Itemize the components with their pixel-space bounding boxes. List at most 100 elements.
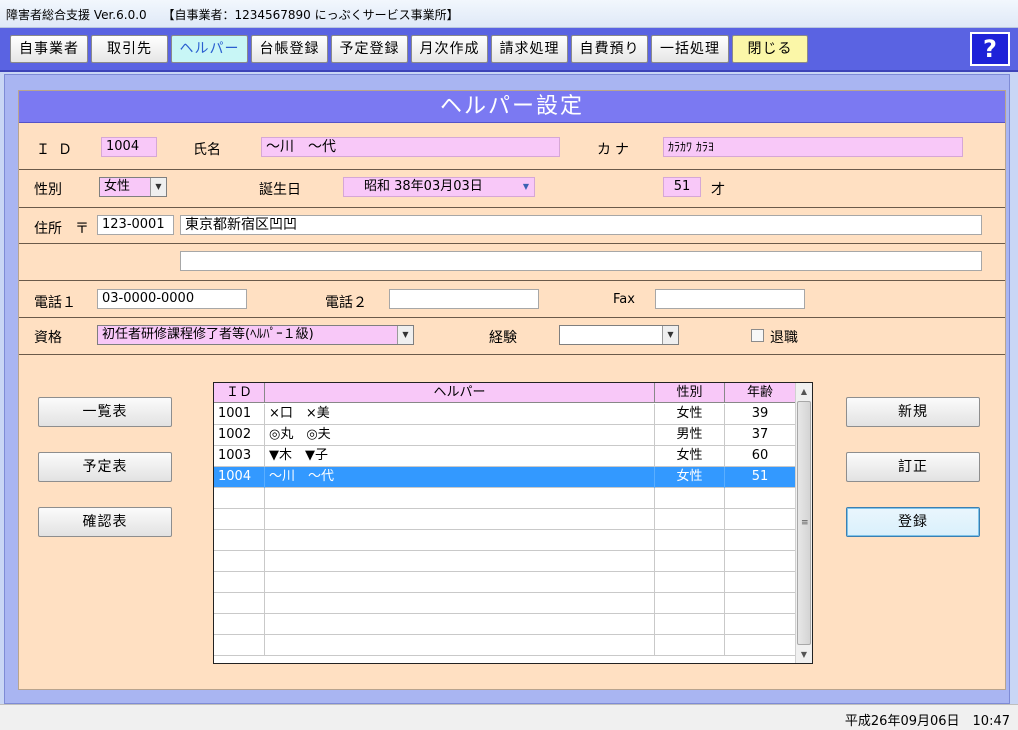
phone2-field[interactable] (389, 289, 539, 309)
row-name: ×口 ×美 (265, 404, 655, 425)
retired-label: 退職 (770, 330, 798, 346)
empty-row (214, 551, 796, 572)
schedule-report-button[interactable]: 予定表 (38, 452, 172, 482)
name-label: 氏名 (193, 142, 221, 158)
status-bar: 平成26年09月06日 10:47 (0, 704, 1018, 730)
divider (19, 354, 1005, 355)
grid-header: ＩＤ ヘルパー 性別 年齢 (214, 383, 796, 403)
new-button[interactable]: 新規 (846, 397, 980, 427)
postal-mark: 〒 (75, 221, 89, 237)
qualification-select[interactable]: 初任者研修課程修了者等(ﾍﾙﾊﾟｰ１級) ▼ (97, 325, 414, 345)
title-bar: 障害者総合支援 Ver.6.0.0 【自事業者：1234567890 にっぷくサ… (0, 0, 1018, 28)
helper-list-grid[interactable]: ＩＤ ヘルパー 性別 年齢 1001 ×口 ×美 女性 39 1002 ◎丸 ◎… (213, 382, 813, 664)
scroll-up-icon[interactable]: ▲ (796, 383, 812, 400)
kana-field[interactable]: ｶﾗｶﾜ ｶﾗﾖ (663, 137, 963, 157)
address-label: 住所 (34, 221, 62, 237)
toolbar-yotei-button[interactable]: 予定登録 (331, 35, 408, 63)
toolbar-helper-button[interactable]: ヘルパー (171, 35, 248, 63)
status-datetime: 平成26年09月06日 10:47 (844, 714, 1010, 729)
gender-label: 性別 (34, 182, 62, 198)
toolbar-ikkatsu-button[interactable]: 一括処理 (651, 35, 729, 63)
fax-label: Fax (613, 292, 635, 307)
row-age: 60 (751, 448, 769, 463)
divider (19, 207, 1005, 208)
toolbar-close-button[interactable]: 閉じる (732, 35, 808, 63)
empty-row (214, 572, 796, 593)
row-age: 39 (751, 406, 769, 421)
confirm-report-button[interactable]: 確認表 (38, 507, 172, 537)
phone2-label: 電話２ (325, 295, 367, 311)
grid-header-age[interactable]: 年齢 (725, 383, 795, 403)
register-button[interactable]: 登録 (846, 507, 980, 537)
name-field[interactable]: ～川 ～代 (261, 137, 560, 157)
empty-row (214, 509, 796, 530)
divider (19, 317, 1005, 318)
toolbar-jihi-button[interactable]: 自費預り (571, 35, 648, 63)
row-gender: 女性 (655, 446, 725, 467)
experience-label: 経験 (489, 330, 517, 346)
edit-button[interactable]: 訂正 (846, 452, 980, 482)
id-label: ＩＤ (36, 142, 80, 158)
phone1-field[interactable]: 03-0000-0000 (97, 289, 247, 309)
chevron-down-icon[interactable]: ▼ (662, 326, 678, 344)
toolbar-daicho-button[interactable]: 台帳登録 (251, 35, 328, 63)
row-id: 1004 (214, 467, 265, 488)
toolbar-torihikisaki-button[interactable]: 取引先 (91, 35, 168, 63)
divider (19, 243, 1005, 244)
table-row[interactable]: 1002 ◎丸 ◎夫 男性 37 (214, 425, 796, 446)
postal-code-field[interactable]: 123-0001 (97, 215, 174, 235)
main-toolbar: 自事業者 取引先 ヘルパー 台帳登録 予定登録 月次作成 請求処理 自費預り 一… (0, 28, 1018, 72)
fax-field[interactable] (655, 289, 805, 309)
row-id: 1003 (214, 446, 265, 467)
row-name: ～川 ～代 (265, 467, 655, 488)
empty-row (214, 614, 796, 635)
chevron-down-icon[interactable]: ▼ (397, 326, 413, 344)
empty-row (214, 530, 796, 551)
birthday-picker[interactable]: 昭和 38年03月03日 ▼ (343, 177, 535, 197)
page-title: ヘルパー設定 (19, 91, 1005, 123)
row-gender: 女性 (655, 467, 725, 488)
toolbar-getsuji-button[interactable]: 月次作成 (411, 35, 488, 63)
row-gender: 男性 (655, 425, 725, 446)
experience-select[interactable]: ▼ (559, 325, 679, 345)
scroll-thumb[interactable]: ≡ (797, 401, 811, 645)
row-age: 51 (751, 469, 769, 484)
phone1-label: 電話１ (34, 295, 76, 311)
empty-row (214, 488, 796, 509)
empty-row (214, 593, 796, 614)
help-icon[interactable]: ? (970, 32, 1010, 66)
grid-header-name[interactable]: ヘルパー (265, 383, 655, 403)
window-title: 障害者総合支援 Ver.6.0.0 【自事業者：1234567890 にっぷくサ… (6, 8, 459, 22)
qualification-select-value: 初任者研修課程修了者等(ﾍﾙﾊﾟｰ１級) (102, 327, 314, 342)
birthday-label: 誕生日 (259, 182, 301, 198)
kana-label: カナ (597, 142, 633, 158)
empty-row (214, 635, 796, 656)
divider (19, 169, 1005, 170)
age-unit: 才 (711, 182, 725, 198)
grid-header-id[interactable]: ＩＤ (214, 383, 265, 403)
table-row-selected[interactable]: 1004 ～川 ～代 女性 51 (214, 467, 796, 488)
scroll-down-icon[interactable]: ▼ (796, 646, 812, 663)
address1-field[interactable]: 東京都新宿区凹凹 (180, 215, 982, 235)
row-id: 1002 (214, 425, 265, 446)
gender-select[interactable]: 女性 ▼ (99, 177, 167, 197)
table-row[interactable]: 1001 ×口 ×美 女性 39 (214, 404, 796, 425)
divider (19, 280, 1005, 281)
birthday-value: 昭和 38年03月03日 (364, 179, 483, 194)
toolbar-seikyu-button[interactable]: 請求処理 (491, 35, 568, 63)
id-field[interactable]: 1004 (101, 137, 157, 157)
grid-scrollbar[interactable]: ▲ ≡ ▼ (795, 383, 812, 663)
table-row[interactable]: 1003 ▼木 ▼子 女性 60 (214, 446, 796, 467)
toolbar-jijigyosha-button[interactable]: 自事業者 (10, 35, 88, 63)
row-name: ◎丸 ◎夫 (265, 425, 655, 446)
address2-field[interactable] (180, 251, 982, 271)
grip-icon: ≡ (801, 518, 809, 528)
gender-select-value: 女性 (104, 179, 131, 194)
chevron-down-icon[interactable]: ▼ (518, 178, 534, 196)
chevron-down-icon[interactable]: ▼ (150, 178, 166, 196)
list-report-button[interactable]: 一覧表 (38, 397, 172, 427)
age-field: 51 (663, 177, 701, 197)
grid-header-gender[interactable]: 性別 (655, 383, 725, 403)
row-name: ▼木 ▼子 (265, 446, 655, 467)
retired-checkbox[interactable] (751, 329, 764, 342)
